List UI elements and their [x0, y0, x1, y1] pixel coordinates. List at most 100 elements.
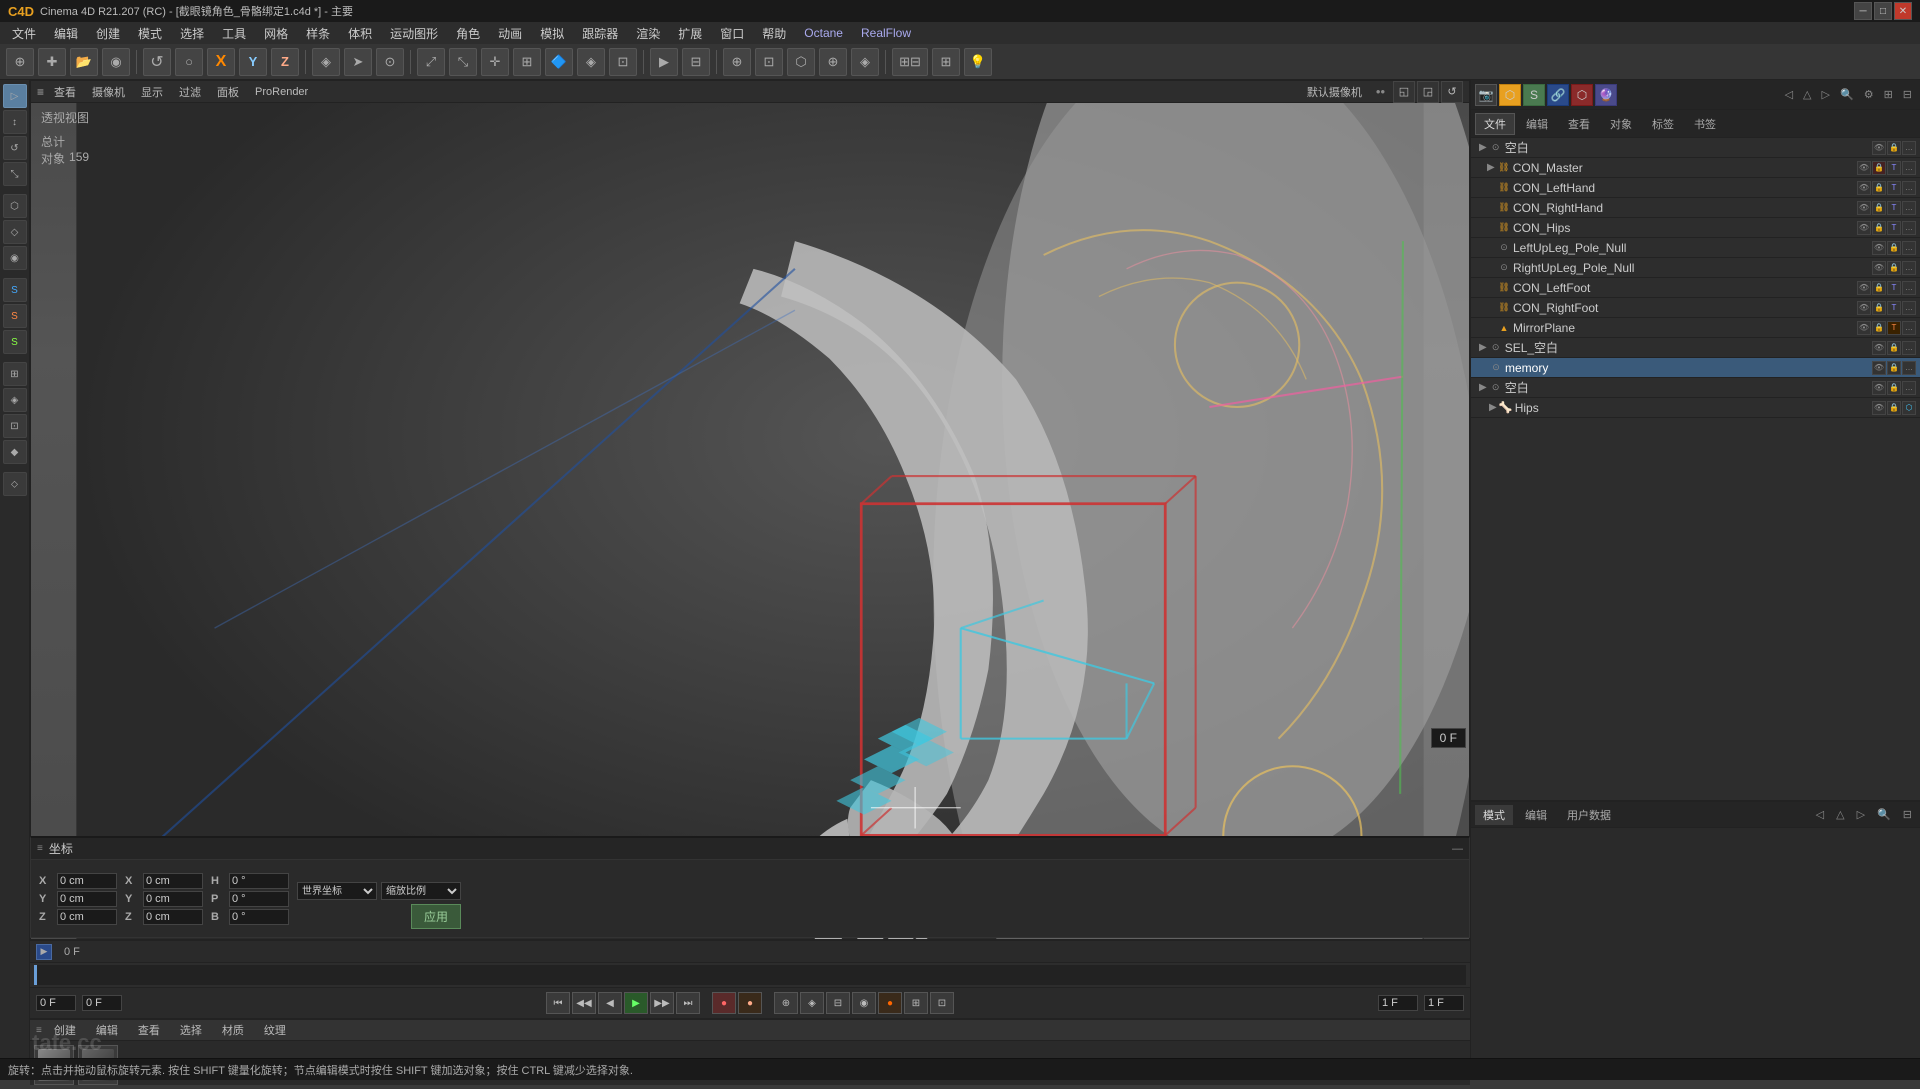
hier-vis-hips[interactable]: 👁	[1857, 221, 1871, 235]
sidebar-s2[interactable]: S	[3, 304, 27, 328]
vp-camera-name[interactable]: 默认摄像机	[1301, 83, 1368, 101]
hier-item-leftupleg-pole[interactable]: ⊙ LeftUpLeg_Pole_Null 👁 🔒 …	[1471, 238, 1920, 258]
transport-gotoend[interactable]: ⏭	[676, 992, 700, 1014]
hier-lock-memory[interactable]: 🔒	[1887, 361, 1901, 375]
hier-lock-master[interactable]: 🔒	[1872, 161, 1886, 175]
rp-expand[interactable]: ⊟	[1899, 86, 1916, 103]
close-btn[interactable]: ✕	[1894, 2, 1912, 20]
hier-tag-lefthand[interactable]: T	[1887, 181, 1901, 195]
transport-b1[interactable]: ⊕	[774, 992, 798, 1014]
hier-more-btn[interactable]: …	[1902, 141, 1916, 155]
rp-icon-scene[interactable]: S	[1523, 84, 1545, 106]
vp-panel-btn[interactable]: 面板	[211, 83, 245, 101]
menu-edit[interactable]: 编辑	[46, 23, 86, 44]
sidebar-knife[interactable]: ◆	[3, 440, 27, 464]
toolbar-y[interactable]: Y	[239, 48, 267, 76]
hier-tag-righthand[interactable]: T	[1887, 201, 1901, 215]
hier-item-root-null[interactable]: ▶ ⊙ 空白 👁 🔒 …	[1471, 138, 1920, 158]
hier-vis-memory[interactable]: 👁	[1872, 361, 1886, 375]
toolbar-arrow[interactable]: ➤	[344, 48, 372, 76]
toolbar-b1[interactable]: ⊕	[723, 48, 751, 76]
scale-x-input[interactable]	[143, 873, 203, 889]
toolbar-xray[interactable]: X	[207, 48, 235, 76]
hier-more-hips[interactable]: …	[1902, 221, 1916, 235]
menu-mograph[interactable]: 运动图形	[382, 23, 446, 44]
hier-lock-rightfoot[interactable]: 🔒	[1872, 301, 1886, 315]
hier-more-hips2[interactable]: ⬡	[1902, 401, 1916, 415]
menu-mesh[interactable]: 网格	[256, 23, 296, 44]
vp-filter-btn[interactable]: 过滤	[173, 83, 207, 101]
rp-icon-render[interactable]: ⬡	[1571, 84, 1593, 106]
title-bar-controls[interactable]: ─ □ ✕	[1854, 2, 1912, 20]
hier-more-rightpole[interactable]: …	[1902, 261, 1916, 275]
hier-item-con-righthand[interactable]: ⛓ CON_RightHand 👁 🔒 T …	[1471, 198, 1920, 218]
world-coord-select[interactable]: 世界坐标	[297, 882, 377, 900]
hier-vis-rightpole[interactable]: 👁	[1872, 261, 1886, 275]
rb-nav-up[interactable]: △	[1832, 806, 1848, 823]
scale-z-input[interactable]	[143, 909, 203, 925]
rp-nav-right[interactable]: ▷	[1818, 86, 1834, 103]
hier-lock-hips[interactable]: 🔒	[1872, 221, 1886, 235]
mat-tab-view[interactable]: 查看	[130, 1020, 168, 1040]
toolbar-b4[interactable]: ⊕	[819, 48, 847, 76]
sidebar-move[interactable]: ↕	[3, 110, 27, 134]
menu-select[interactable]: 选择	[172, 23, 212, 44]
rb-nav-left[interactable]: ◁	[1812, 806, 1828, 823]
toolbar-b2[interactable]: ⊡	[755, 48, 783, 76]
rot-b-input[interactable]	[229, 909, 289, 925]
hier-more-rightfoot[interactable]: …	[1902, 301, 1916, 315]
hier-more-leftfoot[interactable]: …	[1902, 281, 1916, 295]
pos-z-input[interactable]	[57, 909, 117, 925]
hier-lock-leftfoot[interactable]: 🔒	[1872, 281, 1886, 295]
toolbar-translate[interactable]: ✛	[481, 48, 509, 76]
rb-search[interactable]: 🔍	[1873, 806, 1895, 823]
vp-view-btn[interactable]: 查看	[48, 83, 82, 101]
rp-search[interactable]: 🔍	[1836, 86, 1858, 103]
hier-item-con-rightfoot[interactable]: ⛓ CON_RightFoot 👁 🔒 T …	[1471, 298, 1920, 318]
sidebar-paint[interactable]: ⊡	[3, 414, 27, 438]
sidebar-point[interactable]: ◉	[3, 246, 27, 270]
hier-vis-righthand[interactable]: 👁	[1857, 201, 1871, 215]
toolbar-b5[interactable]: ◈	[851, 48, 879, 76]
menu-file[interactable]: 文件	[4, 23, 44, 44]
scale-select[interactable]: 缩放比例	[381, 882, 461, 900]
hier-item-con-hips[interactable]: ⛓ CON_Hips 👁 🔒 T …	[1471, 218, 1920, 238]
sidebar-scale[interactable]: ⤡	[3, 162, 27, 186]
hier-tag-hips[interactable]: T	[1887, 221, 1901, 235]
transport-b5[interactable]: ●	[878, 992, 902, 1014]
rb-tab-mode[interactable]: 模式	[1475, 805, 1513, 825]
rp-icon-rig[interactable]: 🔗	[1547, 84, 1569, 106]
hier-tag-master[interactable]: T	[1887, 161, 1901, 175]
frame-end1-input[interactable]	[1378, 995, 1418, 1011]
mat-tab-material[interactable]: 材质	[214, 1020, 252, 1040]
hier-item-hips[interactable]: ▶ 🦴 Hips 👁 🔒 ⬡	[1471, 398, 1920, 418]
toolbar-new[interactable]: ✚	[38, 48, 66, 76]
hier-more-lefthand[interactable]: …	[1902, 181, 1916, 195]
hier-item-null2[interactable]: ▶ ⊙ 空白 👁 🔒 …	[1471, 378, 1920, 398]
hier-vis-null2[interactable]: 👁	[1872, 381, 1886, 395]
hier-more-null2[interactable]: …	[1902, 381, 1916, 395]
toolbar-renderwin[interactable]: ⊟	[682, 48, 710, 76]
hier-tag-leftfoot[interactable]: T	[1887, 281, 1901, 295]
toolbar-sep-l[interactable]: ⊞⊟	[892, 48, 928, 76]
vp-display-btn[interactable]: 显示	[135, 83, 169, 101]
hier-vis-sel[interactable]: 👁	[1872, 341, 1886, 355]
hier-lock-righthand[interactable]: 🔒	[1872, 201, 1886, 215]
rp-icon-material[interactable]: 🔮	[1595, 84, 1617, 106]
toolbar-magnet[interactable]: ◈	[577, 48, 605, 76]
coords-menu-icon[interactable]: ≡	[37, 843, 43, 854]
toolbar-brush[interactable]: ⊡	[609, 48, 637, 76]
rb-expand[interactable]: ⊟	[1899, 806, 1916, 823]
toolbar-open[interactable]: 📂	[70, 48, 98, 76]
menu-simulate[interactable]: 模拟	[532, 23, 572, 44]
hier-tab-edit[interactable]: 编辑	[1517, 113, 1557, 135]
menu-animate[interactable]: 动画	[490, 23, 530, 44]
hier-lock-hips2[interactable]: 🔒	[1887, 401, 1901, 415]
sidebar-s3[interactable]: S	[3, 330, 27, 354]
menu-realflow[interactable]: RealFlow	[853, 24, 919, 42]
rp-icon-object[interactable]: ⬡	[1499, 84, 1521, 106]
hier-more-righthand[interactable]: …	[1902, 201, 1916, 215]
toolbar-render2[interactable]: ▶	[650, 48, 678, 76]
sidebar-select[interactable]: ▷	[3, 84, 27, 108]
rp-layers[interactable]: ⊞	[1880, 86, 1897, 103]
